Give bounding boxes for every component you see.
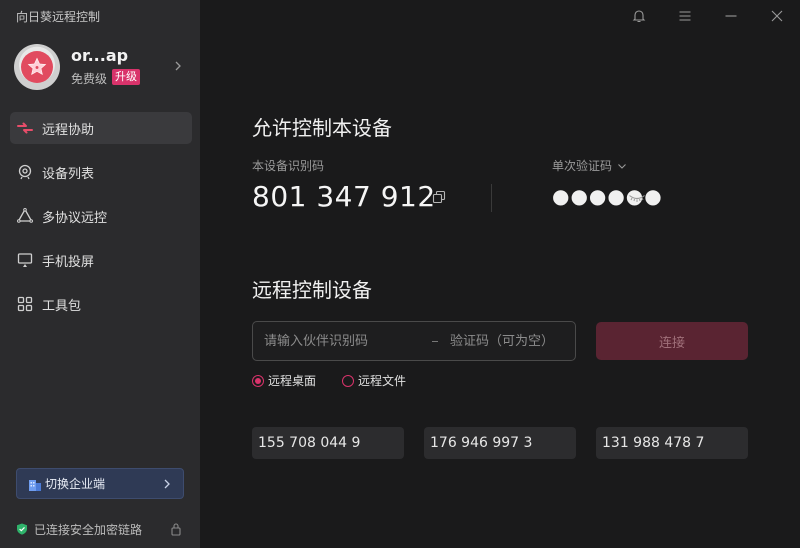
lock-icon[interactable] <box>170 522 182 536</box>
minimize-icon <box>725 15 737 17</box>
toolkit-icon <box>16 295 34 313</box>
upgrade-badge[interactable]: 升级 <box>112 69 140 85</box>
bell-icon <box>632 10 646 23</box>
eye-closed-icon[interactable] <box>628 192 646 204</box>
profile-card[interactable]: or...ap 免费级 升级 <box>14 44 186 90</box>
secure-status-label: 已连接安全加密链路 <box>34 522 143 537</box>
verification-code-input[interactable] <box>450 322 570 360</box>
switch-enterprise-label: 切换企业端 <box>45 477 106 491</box>
recent-device-item[interactable]: 155 708 044 9 <box>252 427 404 459</box>
sidebar-item-label: 设备列表 <box>42 166 95 182</box>
code-type-dropdown[interactable]: 单次验证码 <box>552 157 628 174</box>
allow-control-title: 允许控制本设备 <box>252 116 392 140</box>
sidebar-item-label: 多协议远控 <box>42 210 108 226</box>
close-icon <box>771 10 783 22</box>
radio-indicator <box>342 374 354 387</box>
building-icon <box>29 479 41 491</box>
shield-check-icon <box>17 523 27 535</box>
radio-label: 远程文件 <box>358 374 407 388</box>
sidebar-item-multi-protocol[interactable]: 多协议远控 <box>10 200 192 232</box>
radio-label: 远程桌面 <box>268 374 317 388</box>
recent-device-item[interactable]: 131 988 478 7 <box>596 427 748 459</box>
device-list-icon <box>16 163 34 181</box>
radio-remote-desktop[interactable]: 远程桌面 <box>252 372 316 389</box>
secure-connection-status: 已连接安全加密链路 <box>16 520 184 538</box>
radio-indicator <box>252 374 264 387</box>
sidebar-item-toolkit[interactable]: 工具包 <box>10 288 192 320</box>
sidebar-item-device-list[interactable]: 设备列表 <box>10 156 192 188</box>
remote-assist-icon <box>16 119 34 137</box>
code-type-label: 单次验证码 <box>552 159 613 173</box>
app-title: 向日葵远程控制 <box>16 10 101 24</box>
device-id-label: 本设备识别码 <box>252 159 325 173</box>
avatar <box>14 44 60 90</box>
partner-id-input[interactable] <box>264 322 424 360</box>
profile-tier: 免费级 <box>71 72 108 86</box>
notification-bell-button[interactable] <box>629 6 649 26</box>
sidebar-item-screen-cast[interactable]: 手机投屏 <box>10 244 192 276</box>
star-icon <box>27 57 47 75</box>
chevron-down-icon <box>618 163 626 169</box>
chevron-right-icon[interactable] <box>170 56 186 76</box>
sidebar-item-label: 工具包 <box>42 298 82 314</box>
menu-button[interactable] <box>675 6 695 26</box>
profile-name: or...ap <box>71 46 129 65</box>
hamburger-menu-icon <box>679 11 691 21</box>
sidebar-item-label: 远程协助 <box>42 122 95 138</box>
connect-button[interactable]: 连接 <box>596 322 748 360</box>
sidebar-nav: 远程协助 设备列表 多协议远控 手机投屏 工具包 <box>10 112 192 332</box>
copy-icon[interactable] <box>431 189 447 205</box>
multi-protocol-icon <box>16 207 34 225</box>
device-id-value: 801 347 912 <box>252 180 436 213</box>
chevron-right-icon <box>164 479 170 489</box>
input-separator <box>432 341 438 342</box>
sidebar-item-label: 手机投屏 <box>42 254 95 270</box>
partner-connect-input-group <box>252 321 576 361</box>
remote-control-title: 远程控制设备 <box>252 278 372 302</box>
switch-enterprise-button[interactable]: 切换企业端 <box>16 468 184 499</box>
recent-device-item[interactable]: 176 946 997 3 <box>424 427 576 459</box>
minimize-button[interactable] <box>721 6 741 26</box>
close-button[interactable] <box>767 6 787 26</box>
sidebar: 向日葵远程控制 or...ap 免费级 升级 远程协助 设备列表 多协议远控 手… <box>0 0 200 548</box>
sidebar-item-remote-assist[interactable]: 远程协助 <box>10 112 192 144</box>
radio-remote-file[interactable]: 远程文件 <box>342 372 406 389</box>
verification-code-masked: ●●●●●● <box>552 184 663 208</box>
divider <box>491 184 492 212</box>
screen-cast-icon <box>16 251 34 269</box>
